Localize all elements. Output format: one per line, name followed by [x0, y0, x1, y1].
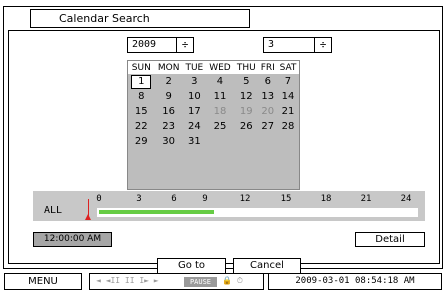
- calendar-day-empty: [277, 134, 299, 149]
- weekday-sat: SAT: [276, 61, 299, 74]
- hour-tick: 0: [96, 194, 102, 204]
- calendar-day[interactable]: 26: [234, 119, 259, 134]
- calendar-day[interactable]: 4: [206, 74, 234, 89]
- calendar-day-disabled: 19: [239, 106, 253, 117]
- calendar-week-row: 29 30 31: [128, 134, 299, 149]
- goto-button[interactable]: Go to: [157, 258, 226, 274]
- calendar-day[interactable]: 16: [155, 104, 183, 119]
- channel-label: ALL: [44, 205, 63, 216]
- weekday-fri: FRI: [258, 61, 277, 74]
- month-spin-icon[interactable]: ÷: [314, 38, 331, 52]
- calendar-day-disabled: 20: [261, 106, 275, 117]
- recorded-segment: [99, 210, 215, 214]
- calendar-day[interactable]: 22: [128, 119, 155, 134]
- calendar-day[interactable]: 14: [277, 89, 299, 104]
- month-value: 3: [268, 39, 275, 50]
- weekday-tue: TUE: [182, 61, 206, 74]
- calendar-day[interactable]: 28: [277, 119, 299, 134]
- calendar-day-disabled: 18: [213, 106, 227, 117]
- hour-tick: 3: [136, 194, 142, 204]
- calendar-day-selected[interactable]: 1: [128, 74, 155, 89]
- calendar-week-row: 8 9 10 11 12 13 14: [128, 89, 299, 104]
- calendar-day[interactable]: 8: [128, 89, 155, 104]
- calendar-day[interactable]: 6: [259, 74, 277, 89]
- calendar-week-row: 22 23 24 25 26 27 28: [128, 119, 299, 134]
- calendar-day[interactable]: 31: [183, 134, 206, 149]
- hour-tick: 21: [360, 194, 372, 204]
- hour-tick: 24: [400, 194, 412, 204]
- selected-time: 12:00:00 AM: [33, 232, 112, 247]
- pause-indicator: PAUSE: [184, 277, 217, 287]
- calendar-day[interactable]: 12: [234, 89, 259, 104]
- hour-tick: 15: [280, 194, 292, 204]
- calendar-day[interactable]: 2: [155, 74, 183, 89]
- year-value: 2009: [132, 39, 157, 50]
- hour-tick: 6: [171, 194, 177, 204]
- calendar-day[interactable]: 29: [128, 134, 155, 149]
- cancel-button[interactable]: Cancel: [233, 258, 301, 274]
- hour-tick: 12: [239, 194, 251, 204]
- calendar-day-empty: [259, 134, 277, 149]
- status-datetime: 2009-03-01 08:54:18 AM: [268, 273, 442, 290]
- calendar-day[interactable]: 21: [277, 104, 299, 119]
- calendar-day[interactable]: 3: [183, 74, 206, 89]
- calendar-day-empty: [234, 134, 259, 149]
- weekday-sun: SUN: [128, 61, 155, 74]
- calendar-day-empty: [206, 134, 234, 149]
- lock-clock-icon: 🔒 ⏱: [222, 276, 244, 285]
- calendar-day[interactable]: 9: [155, 89, 183, 104]
- calendar-day[interactable]: 11: [206, 89, 234, 104]
- calendar-day[interactable]: 30: [155, 134, 183, 149]
- playback-buttons-icon[interactable]: ◄ ◄II II I► ►: [96, 276, 159, 285]
- calendar-day[interactable]: 24: [183, 119, 206, 134]
- hour-tick: 18: [320, 194, 332, 204]
- time-marker-arrow-icon[interactable]: [85, 214, 91, 220]
- weekday-thu: THU: [234, 61, 259, 74]
- hour-tick: 9: [202, 194, 208, 204]
- menu-button[interactable]: MENU: [4, 273, 82, 290]
- calendar-day[interactable]: 25: [206, 119, 234, 134]
- calendar-day[interactable]: 27: [259, 119, 277, 134]
- calendar-day[interactable]: 15: [128, 104, 155, 119]
- selected-day-label: 1: [131, 74, 152, 89]
- weekday-header-row: SUN MON TUE WED THU FRI SAT: [128, 61, 299, 74]
- calendar-day[interactable]: 23: [155, 119, 183, 134]
- calendar-day[interactable]: 17: [183, 104, 206, 119]
- weekday-wed: WED: [205, 61, 234, 74]
- detail-button[interactable]: Detail: [355, 232, 425, 247]
- year-spinner[interactable]: 2009 ÷: [127, 37, 194, 53]
- calendar-week-row: 1 2 3 4 5 6 7: [128, 74, 299, 89]
- calendar-week-row: 15 16 17 18 19 20 21: [128, 104, 299, 119]
- weekday-mon: MON: [154, 61, 183, 74]
- dialog-title: Calendar Search: [30, 9, 250, 28]
- calendar-day[interactable]: 10: [183, 89, 206, 104]
- calendar-day[interactable]: 5: [234, 74, 259, 89]
- month-spinner[interactable]: 3 ÷: [263, 37, 332, 53]
- calendar-day[interactable]: 7: [277, 74, 299, 89]
- calendar-day[interactable]: 13: [259, 89, 277, 104]
- year-spin-icon[interactable]: ÷: [176, 38, 193, 52]
- playback-controls: ◄ ◄II II I► ► PAUSE 🔒 ⏱: [89, 273, 264, 290]
- calendar-grid: SUN MON TUE WED THU FRI SAT 1 2 3 4 5 6 …: [127, 60, 300, 190]
